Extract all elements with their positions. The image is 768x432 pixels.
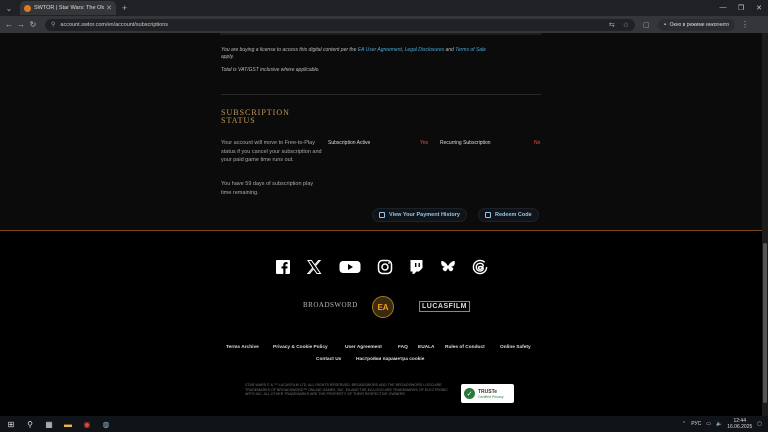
page-viewport: You are buying a license to access this …: [0, 33, 762, 416]
truste-check-icon: ✓: [464, 388, 475, 399]
incognito-icon: ◓: [663, 21, 667, 28]
footer-link-contact-us[interactable]: Contact Us: [316, 357, 341, 362]
view-payment-history-button[interactable]: View Your Payment History: [372, 208, 467, 222]
chrome-icon[interactable]: ◉: [79, 416, 95, 432]
subscription-status-title: SUBSCRIPTION STATUS: [221, 108, 290, 125]
page-scrollbar[interactable]: [762, 33, 768, 416]
site-info-icon[interactable]: ⚲: [51, 21, 55, 28]
new-tab-icon[interactable]: +: [122, 3, 127, 13]
incognito-badge[interactable]: ◓ Окно в режиме инкогнито: [657, 18, 735, 31]
payment-history-label: View Your Payment History: [389, 212, 460, 218]
redeem-code-button[interactable]: Redeem Code: [478, 208, 539, 222]
redeem-code-label: Redeem Code: [495, 212, 532, 218]
volume-icon[interactable]: 🔈: [716, 421, 722, 427]
terms-of-sale-link[interactable]: Terms of Sale: [455, 47, 486, 53]
footer-link-euala[interactable]: EUALA: [418, 345, 435, 350]
forward-icon[interactable]: →: [15, 20, 27, 29]
clock[interactable]: 12:44 16.06.2025: [727, 418, 752, 430]
gift-icon: [485, 212, 491, 218]
section-divider: [221, 94, 541, 95]
instagram-icon[interactable]: [377, 259, 393, 275]
back-icon[interactable]: ←: [3, 20, 15, 29]
minimize-icon[interactable]: —: [714, 4, 732, 12]
browser-titlebar: ⌄ SWTOR | Star Wars: The Old Re ✕ + — ❐ …: [0, 0, 768, 16]
notifications-icon[interactable]: ▢: [757, 421, 762, 427]
steam-icon[interactable]: ◍: [98, 416, 114, 432]
youtube-icon[interactable]: [339, 259, 361, 275]
recurring-subscription-value: No: [534, 140, 541, 146]
twitch-icon[interactable]: [408, 259, 424, 275]
tab-search-icon[interactable]: ⌄: [2, 1, 16, 15]
maximize-icon[interactable]: ❐: [732, 4, 750, 12]
x-icon[interactable]: [306, 259, 322, 275]
calculator-icon[interactable]: ▦: [41, 416, 57, 432]
address-bar[interactable]: ⚲ account.swtor.com/en/account/subscript…: [45, 18, 635, 31]
receipt-icon: [379, 212, 385, 218]
browser-toolbar: ← → ↻ ⚲ account.swtor.com/en/account/sub…: [0, 16, 768, 33]
recurring-subscription-label: Recurring Subscription: [440, 140, 491, 146]
close-tab-icon[interactable]: ✕: [106, 4, 112, 12]
translate-icon[interactable]: ⇆: [609, 21, 615, 29]
lucasfilm-logo[interactable]: LUCASFILM: [419, 301, 470, 312]
footer-link-faq[interactable]: FAQ: [398, 345, 408, 350]
window-controls: — ❐ ✕: [714, 4, 768, 12]
ea-user-agreement-link[interactable]: EA User Agreement: [358, 47, 402, 53]
facebook-icon[interactable]: [275, 259, 291, 275]
footer-link-terms-archive[interactable]: Terms Archive: [226, 345, 259, 350]
browser-tab[interactable]: SWTOR | Star Wars: The Old Re ✕: [20, 1, 116, 15]
bookmark-star-icon[interactable]: ☆: [623, 21, 629, 29]
truste-subtitle: Certified Privacy: [478, 394, 504, 399]
windows-taskbar: ⊞ ⚲ ▦ ▬ ◉ ◍ ⌃ РУС ▭ 🔈 12:44 16.06.2025 ▢: [0, 416, 768, 432]
threads-icon[interactable]: [472, 259, 488, 275]
footer-accent-line: [0, 230, 762, 231]
account-content: You are buying a license to access this …: [0, 33, 762, 230]
file-explorer-icon[interactable]: ▬: [60, 416, 76, 432]
url-text: account.swtor.com/en/account/subscriptio…: [60, 21, 169, 28]
notice-prefix: You are buying a license to access this …: [221, 47, 358, 53]
copyright-text: STAR WARS © & ™ LUCASFILM LTD. ALL RIGHT…: [245, 383, 448, 397]
notice-and: and: [444, 47, 456, 53]
footer-link-cookie-settings[interactable]: Настройки параметра cookie: [356, 357, 424, 362]
clock-date: 16.06.2025: [727, 424, 753, 430]
subscription-active-value: Yes: [420, 140, 429, 146]
top-divider: [220, 33, 542, 35]
close-window-icon[interactable]: ✕: [750, 4, 768, 12]
system-tray: ⌃ РУС ▭ 🔈 12:44 16.06.2025 ▢: [682, 418, 768, 430]
incognito-label: Окно в режиме инкогнито: [669, 21, 729, 28]
browser-menu-icon[interactable]: ⋮: [741, 20, 749, 29]
reload-icon[interactable]: ↻: [27, 20, 39, 29]
footer-link-privacy[interactable]: Privacy & Cookie Policy: [273, 345, 328, 350]
search-icon[interactable]: ⚲: [22, 416, 38, 432]
extensions-icon[interactable]: ▢: [643, 21, 650, 29]
broadsword-logo[interactable]: BROADSWORD: [303, 301, 358, 309]
tray-chevron-icon[interactable]: ⌃: [682, 421, 686, 427]
swtor-favicon-icon: [24, 4, 31, 12]
legal-disclosures-link[interactable]: Legal Disclosures: [405, 47, 444, 53]
bluesky-icon[interactable]: [440, 259, 456, 275]
vat-note: Total is VAT/GST inclusive where applica…: [221, 67, 320, 73]
footer-link-rules-of-conduct[interactable]: Rules of Conduct: [445, 345, 485, 350]
purchase-notice: You are buying a license to access this …: [221, 47, 486, 60]
windows-start-icon[interactable]: ⊞: [3, 416, 19, 432]
scrollbar-thumb[interactable]: [763, 243, 767, 403]
language-indicator[interactable]: РУС: [691, 421, 701, 427]
subscription-remaining: You have 59 days of subscription play ti…: [221, 181, 314, 196]
subscription-active-label: Subscription Active: [328, 140, 371, 146]
ea-logo[interactable]: EA: [372, 296, 394, 318]
tab-title: SWTOR | Star Wars: The Old Re: [34, 5, 105, 11]
network-icon[interactable]: ▭: [706, 421, 711, 427]
subscription-description: Your account will move to Free-to-Play s…: [221, 140, 322, 163]
footer-link-user-agreement[interactable]: User Agreement: [345, 345, 382, 350]
notice-suffix: apply.: [221, 53, 234, 60]
footer-link-online-safety[interactable]: Online Safety: [500, 345, 531, 350]
truste-badge[interactable]: ✓ TRUSTe Certified Privacy: [461, 384, 514, 403]
